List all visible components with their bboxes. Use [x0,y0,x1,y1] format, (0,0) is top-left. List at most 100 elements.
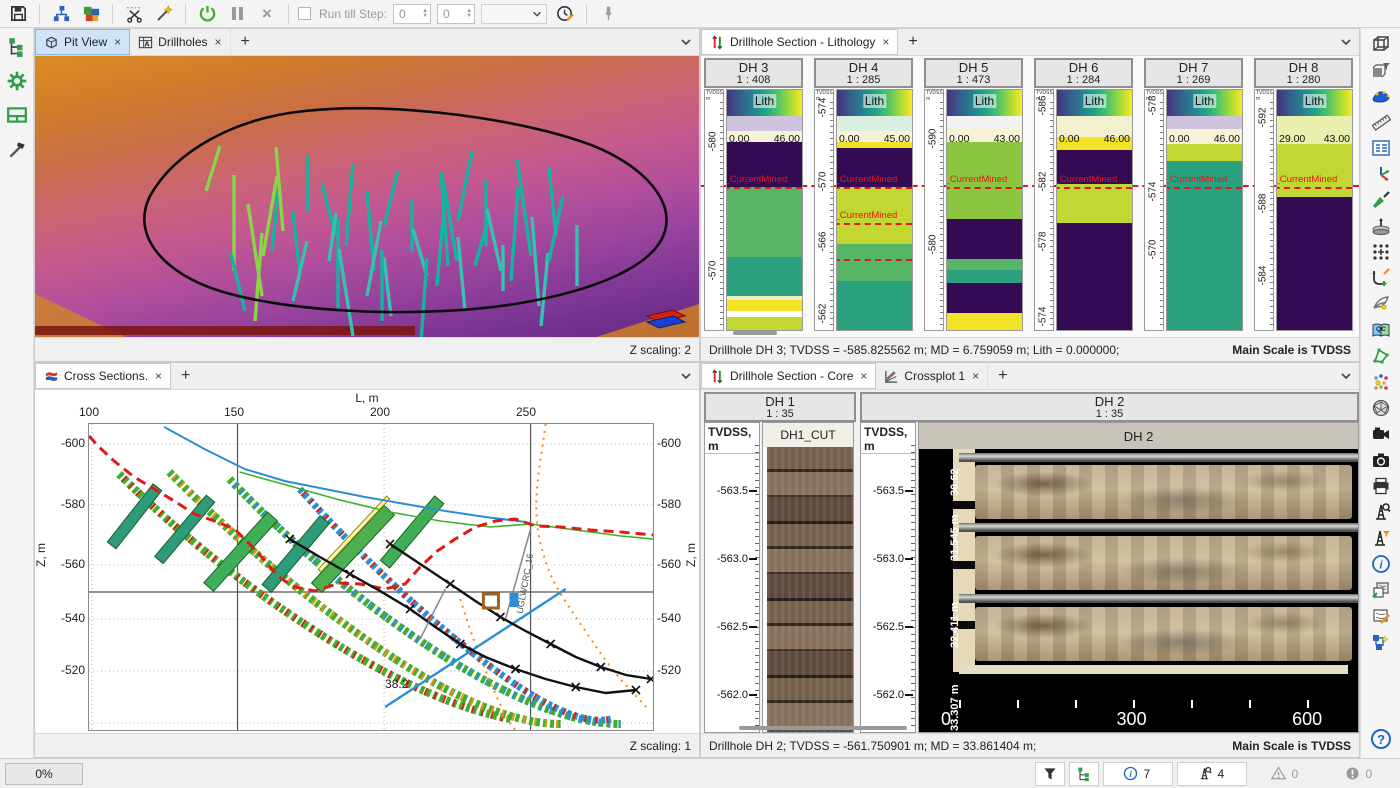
current-mined-label: 1511_CurrentMined [947,174,1022,185]
spinner-arrows[interactable]: ▲▼ [422,9,430,19]
object-tree-button[interactable] [6,36,28,58]
new-tab-button[interactable]: + [898,29,927,55]
lithology-track[interactable]: Lith0.0046.001511_CurrentMined [1056,89,1133,331]
schedule-button[interactable] [553,3,577,25]
lithology-track[interactable]: Lith0.0046.001511_CurrentMined [726,89,803,331]
printer-button[interactable] [1369,475,1393,497]
new-tab-button[interactable]: + [171,363,200,389]
info-messages-button[interactable]: 7 [1103,762,1173,786]
cube-3d-button[interactable] [1369,33,1393,55]
legend-list-button[interactable] [1369,137,1393,159]
block-model-filter-button[interactable] [1369,59,1393,81]
tab-crossplot-1[interactable]: Crossplot 1 × [876,363,988,389]
paintbrush-button[interactable] [1369,189,1393,211]
tab-pit-view[interactable]: Pit View × [35,29,130,55]
panel-menu-chevron[interactable] [679,369,693,388]
layer-move-button[interactable] [1369,215,1393,237]
settings-gear-button[interactable] [6,70,28,92]
cross-section-viewport[interactable]: L, m Z, m Z, m 100150200250-600-600-580-… [35,390,699,733]
dh2-header[interactable]: DH 2 1 : 35 [860,392,1359,422]
close-tab-icon[interactable]: × [114,35,121,49]
z-axis-tick-label-right: -560 [657,557,693,571]
build-hammer-button[interactable] [6,138,28,160]
lithology-track[interactable]: Lith29.0043.001511_CurrentMined [1276,89,1353,331]
close-tab-icon[interactable]: × [215,35,222,49]
qc-book-button[interactable] [1369,319,1393,341]
spinner-arrows[interactable]: ▲▼ [466,9,474,19]
ruler-button[interactable] [1369,111,1393,133]
workflow-wand-button[interactable] [1369,631,1393,653]
stop-button[interactable]: × [255,3,279,25]
panel-menu-chevron[interactable] [679,35,693,54]
warnings-button[interactable]: 0 [1251,762,1321,786]
new-tab-button[interactable]: + [231,29,260,55]
point-grid-icon [1371,242,1391,262]
object-tree-button[interactable] [1069,762,1099,786]
hole-header[interactable]: DH 61 : 284 [1034,58,1133,88]
derrick-search-button[interactable] [1369,501,1393,523]
layout-panels-button[interactable] [6,104,28,126]
filter-button[interactable] [1035,762,1065,786]
panel-menu-chevron[interactable] [1339,35,1353,54]
map-edit-button[interactable] [1369,605,1393,627]
hole-header[interactable]: DH 41 : 285 [814,58,913,88]
hole-header[interactable]: DH 71 : 269 [1144,58,1243,88]
dh1-core-photo-track[interactable]: DH1_CUT [762,422,854,733]
dh2-core-photo[interactable]: DH 2 30.6231.545 m32.411 m33.30 [918,422,1359,733]
scatter-points-button[interactable] [1369,371,1393,393]
help-button[interactable] [1369,728,1393,750]
pit-3d-viewport[interactable] [35,56,699,337]
close-tab-icon[interactable]: × [860,369,867,383]
modules-button[interactable] [79,3,103,25]
lithology-track[interactable]: Lith0.0043.001511_CurrentMined [946,89,1023,331]
derrick-filter-button[interactable] [1369,527,1393,549]
map-stack-button[interactable] [1369,579,1393,601]
close-tab-icon[interactable]: × [882,35,889,49]
step-combo[interactable] [481,4,547,24]
lithology-track[interactable]: Lith0.0045.001511_CurrentMined1511_Curre… [836,89,913,331]
pause-button[interactable] [225,3,249,25]
scatter-points-icon [1371,372,1391,392]
cross-section-plot-area[interactable]: 38.2 UGLWCRC_16 [88,423,654,731]
dh1-header[interactable]: DH 1 1 : 35 [704,392,856,422]
new-tab-button[interactable]: + [988,363,1017,389]
lithology-track[interactable]: Lith0.0046.001511_CurrentMined [1166,89,1243,331]
tab-drillhole-section-core[interactable]: Drillhole Section - Core × [701,363,876,389]
errors-button[interactable]: 0 [1325,762,1395,786]
core-holes-area[interactable]: DH 1 1 : 35 TVDSS, m -563.5-563.0-562.5-… [701,390,1359,733]
close-tab-icon[interactable]: × [155,369,162,383]
panel-menu-chevron[interactable] [1339,369,1353,388]
hole-header[interactable]: DH 81 : 280 [1254,58,1353,88]
pit-surface-button[interactable] [1369,85,1393,107]
core-depth-side-label: 31.545 m [949,514,961,560]
hole-body: TVDSS, m-578-574-570Lith0.0046.001511_Cu… [1144,89,1243,331]
close-tab-icon[interactable]: × [972,369,979,383]
run-button[interactable] [195,3,219,25]
hole-header[interactable]: DH 31 : 408 [704,58,803,88]
magic-wand-button[interactable] [152,3,176,25]
drillholes-count-button[interactable]: 4 [1177,762,1247,786]
polygon-nodes-button[interactable] [1369,345,1393,367]
tab-drillholes[interactable]: Drillholes × [130,29,230,55]
depth-tick-label: -563.0 [873,553,913,565]
horizontal-scrollbar[interactable] [707,724,907,732]
step-spinner-2[interactable]: 0▲▼ [437,4,475,24]
tab-cross-sections[interactable]: Cross Sections. × [35,363,171,389]
point-grid-button[interactable] [1369,241,1393,263]
mesh-sphere-button[interactable] [1369,397,1393,419]
pin-button[interactable] [596,3,620,25]
edit-trajectory-button[interactable] [1369,267,1393,289]
save-button[interactable] [6,3,30,25]
step-spinner-1[interactable]: 0▲▼ [393,4,431,24]
fan-sections-button[interactable] [1369,293,1393,315]
model-tree-button[interactable] [49,3,73,25]
axes-compass-button[interactable] [1369,163,1393,185]
run-till-step-checkbox[interactable] [298,7,311,20]
cut-workflow-button[interactable] [122,3,146,25]
video-camera-button[interactable] [1369,423,1393,445]
tab-drillhole-section-lithology[interactable]: Drillhole Section - Lithology × [701,29,898,55]
info-circle-button[interactable] [1369,553,1393,575]
lithology-holes-area[interactable]: DH 31 : 408TVDSS, m-580-570Lith0.0046.00… [701,56,1359,337]
hole-header[interactable]: DH 51 : 473 [924,58,1023,88]
photo-camera-button[interactable] [1369,449,1393,471]
